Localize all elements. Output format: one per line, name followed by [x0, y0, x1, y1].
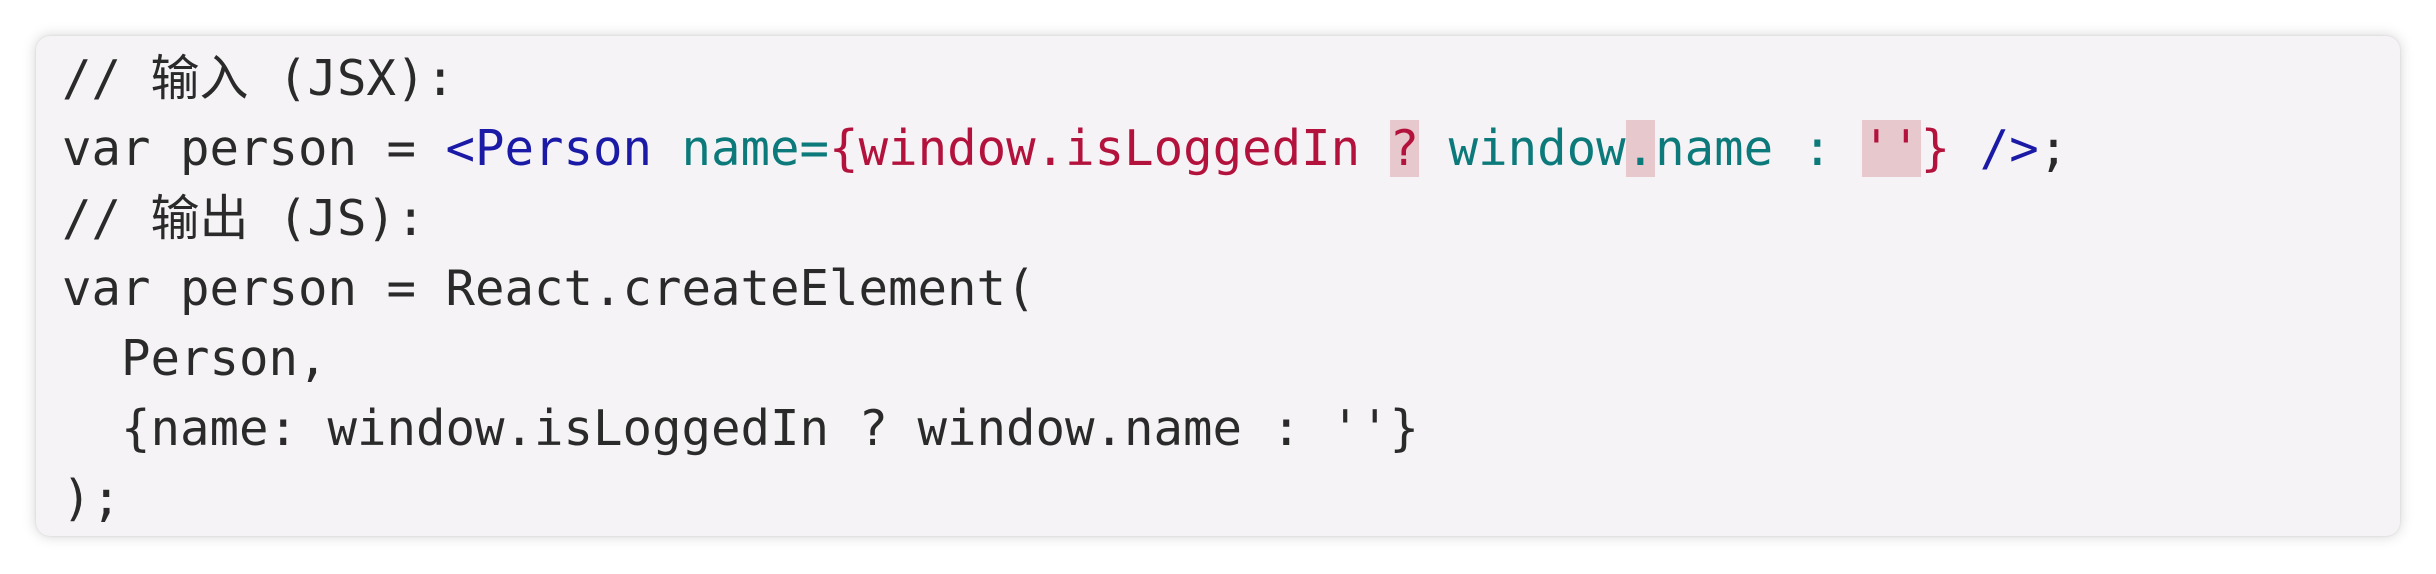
jsx-ternary-operator: ? [1389, 120, 1420, 177]
code-block: // 输入 (JSX): var person = <Person name={w… [36, 36, 2400, 536]
var-declaration: var person = [62, 120, 446, 177]
jsx-brace-close: } [1920, 120, 1951, 177]
jsx-brace-open: { [829, 120, 859, 177]
js-component-arg: Person, [62, 330, 328, 387]
jsx-open-tag: <Person [445, 120, 682, 177]
jsx-dot-operator: . [1625, 120, 1656, 177]
code-listing: // 输入 (JSX): var person = <Person name={w… [62, 44, 2068, 534]
jsx-expr-condition: window.isLoggedIn [858, 120, 1390, 177]
js-props-arg: {name: window.isLoggedIn ? window.name :… [62, 400, 1420, 457]
jsx-empty-string: '' [1861, 120, 1921, 177]
jsx-name-property: name : [1655, 120, 1862, 177]
jsx-self-close: /> [1950, 120, 2039, 177]
comment-output-js: // 输出 (JS): [62, 190, 426, 247]
jsx-attr-name: name= [681, 120, 830, 177]
jsx-space [1419, 120, 1449, 177]
jsx-code-line: var person = <Person name={window.isLogg… [62, 114, 2068, 184]
comment-input-jsx: // 输入 (JSX): [62, 50, 456, 107]
js-close-call: ); [62, 470, 122, 527]
jsx-window-object: window [1448, 120, 1626, 177]
js-create-element-line: var person = React.createElement( [62, 260, 1036, 317]
semicolon: ; [2038, 120, 2069, 177]
